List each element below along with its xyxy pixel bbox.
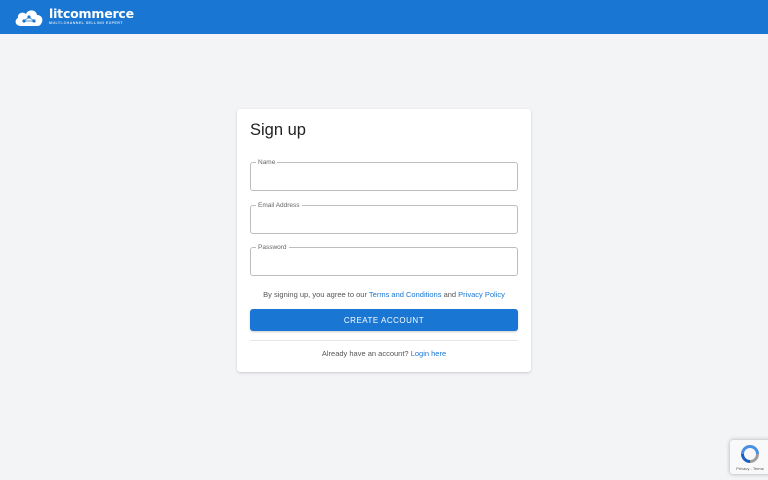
cloud-network-icon	[15, 10, 43, 26]
name-input[interactable]	[251, 163, 517, 190]
terms-link[interactable]: Terms and Conditions	[369, 290, 442, 299]
name-field-wrapper: Name	[250, 158, 518, 191]
login-prompt: Already have an account? Login here	[237, 349, 531, 358]
page-title: Sign up	[250, 121, 306, 139]
login-prompt-text: Already have an account?	[321, 349, 409, 358]
terms-and: and	[443, 290, 457, 299]
privacy-policy-link[interactable]: Privacy Policy	[458, 290, 505, 299]
recaptcha-icon	[741, 445, 759, 463]
terms-prefix: By signing up, you agree to our	[263, 290, 367, 299]
password-input[interactable]	[251, 248, 517, 275]
recaptcha-links: Privacy - Terms	[736, 466, 764, 471]
top-navbar: litcommerce MULTI-CHANNEL SELLING EXPERT	[0, 0, 768, 34]
signup-card: Sign up Name Email Address Password By s…	[237, 109, 531, 372]
create-account-button[interactable]: CREATE ACCOUNT	[250, 309, 518, 331]
recaptcha-privacy-link[interactable]: Privacy	[736, 466, 749, 471]
recaptcha-badge[interactable]: Privacy - Terms	[730, 440, 768, 474]
password-field-wrapper: Password	[250, 243, 518, 276]
divider	[250, 340, 518, 341]
login-link[interactable]: Login here	[411, 349, 446, 358]
brand-tagline: MULTI-CHANNEL SELLING EXPERT	[49, 21, 123, 26]
recaptcha-separator: -	[750, 466, 752, 471]
brand-logo[interactable]: litcommerce MULTI-CHANNEL SELLING EXPERT	[13, 6, 134, 28]
recaptcha-terms-link[interactable]: Terms	[753, 466, 764, 471]
email-input[interactable]	[251, 206, 517, 233]
brand-name: litcommerce	[49, 6, 134, 22]
email-field-wrapper: Email Address	[250, 201, 518, 234]
terms-notice: By signing up, you agree to our Terms an…	[237, 290, 531, 299]
